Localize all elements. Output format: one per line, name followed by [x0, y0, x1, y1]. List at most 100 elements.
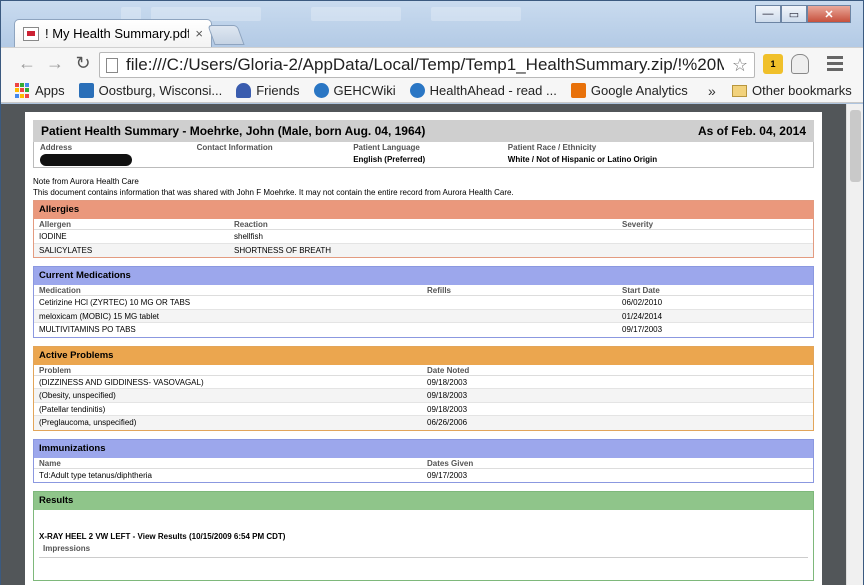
cell: 09/18/2003	[427, 377, 468, 387]
cell: Td:Adult type tetanus/diphtheria	[39, 470, 152, 480]
page-icon	[106, 57, 118, 73]
table-row: MULTIVITAMINS PO TABS 09/17/2003	[34, 323, 813, 337]
label-contact: Contact Information	[196, 143, 273, 152]
reload-button[interactable]: ↻	[69, 53, 97, 74]
address-bar[interactable]: file:///C:/Users/Gloria-2/AppData/Local/…	[99, 52, 755, 78]
cell: (Preglaucoma, unspecified)	[39, 418, 137, 427]
bookmark-friends[interactable]: Friends	[236, 83, 300, 98]
demographics: Address Contact Information Patient Lang…	[33, 142, 814, 168]
redacted-address	[40, 153, 197, 167]
cell: shellfish	[234, 232, 263, 241]
cell: 09/17/2003	[622, 325, 663, 334]
close-window-button[interactable]: ✕	[807, 5, 851, 23]
table-row: Cetirizine HCl (ZYRTEC) 10 MG OR TABS 06…	[34, 296, 813, 310]
bookmark-google-analytics[interactable]: Google Analytics	[570, 83, 688, 98]
immunizations-section: Immunizations Name Dates Given Td:Adult …	[33, 438, 814, 483]
browser-window: ! My Health Summary.pdf × — ▭ ✕ ← → ↻ fi…	[0, 0, 864, 585]
cell: (Obesity, unspecified)	[39, 391, 116, 400]
apps-grid-icon	[15, 83, 30, 98]
table-body: Cetirizine HCl (ZYRTEC) 10 MG OR TABS 06…	[34, 296, 813, 337]
bookmark-oostburg[interactable]: Oostburg, Wisconsi...	[78, 83, 223, 98]
menu-icon[interactable]	[827, 56, 843, 74]
url-text[interactable]: file:///C:/Users/Gloria-2/AppData/Local/…	[126, 55, 724, 75]
table-row: SALICYLATES SHORTNESS OF BREATH	[34, 243, 813, 258]
tab-title: ! My Health Summary.pdf	[45, 26, 190, 41]
column-header: Start Date	[622, 286, 660, 295]
bookmark-label: HealthAhead - read ...	[429, 83, 557, 98]
cell: Cetirizine HCl (ZYRTEC) 10 MG OR TABS	[39, 298, 191, 307]
bookmark-label: Apps	[35, 83, 65, 98]
allergies-section: Allergies Allergen Reaction Severity IOD…	[33, 200, 814, 258]
minimize-button[interactable]: —	[755, 5, 781, 23]
race-value: White / Not of Hispanic or Latino Origin	[507, 155, 658, 164]
forward-button[interactable]: →	[41, 53, 69, 74]
result-item-link[interactable]: X-RAY HEEL 2 VW LEFT - View Results (10/…	[34, 532, 813, 541]
cell: meloxicam (MOBIC) 15 MG tablet	[39, 311, 160, 321]
maximize-button[interactable]: ▭	[781, 5, 807, 23]
extension-ghost-icon[interactable]	[791, 54, 809, 74]
pdf-viewer[interactable]: Patient Health Summary - Moehrke, John (…	[1, 104, 863, 585]
vertical-scrollbar[interactable]	[846, 104, 863, 585]
cell	[427, 310, 622, 323]
column-header: Allergen	[39, 220, 72, 229]
section-title: Allergies	[34, 201, 813, 219]
document-header: Patient Health Summary - Moehrke, John (…	[33, 120, 814, 142]
bookmark-label: Google Analytics	[590, 83, 688, 98]
cell: (Patellar tendinitis)	[39, 404, 106, 414]
cell: SHORTNESS OF BREATH	[234, 245, 332, 255]
other-bookmarks-folder[interactable]: Other bookmarks	[732, 83, 852, 98]
column-header: Name	[39, 458, 61, 468]
demographics-values: English (Preferred) White / Not of Hispa…	[34, 153, 813, 167]
cell: IODINE	[39, 232, 67, 241]
extension-notes-icon[interactable]: 1	[763, 54, 783, 74]
tab-close-icon[interactable]: ×	[195, 26, 203, 41]
column-header: Severity	[622, 220, 654, 229]
cell: 09/18/2003	[427, 391, 468, 400]
note-title: Note from Aurora Health Care	[33, 177, 139, 186]
cell: (DIZZINESS AND GIDDINESS- VASOVAGAL)	[39, 377, 204, 387]
back-button[interactable]: ←	[13, 53, 41, 74]
bookmark-healthahead[interactable]: HealthAhead - read ...	[409, 83, 557, 98]
table-header: Name Dates Given	[34, 458, 813, 469]
bookmarks-bar: Apps Oostburg, Wisconsi... Friends GEHCW…	[1, 79, 863, 103]
table-header: Allergen Reaction Severity	[34, 219, 813, 230]
note-body: This document contains information that …	[33, 188, 514, 197]
cell: 09/18/2003	[427, 404, 468, 414]
column-header: Medication	[39, 286, 81, 295]
active-problems-section: Active Problems Problem Date Noted (DIZZ…	[33, 345, 814, 431]
table-row: (Patellar tendinitis) 09/18/2003	[34, 403, 813, 416]
bookmark-gehcwiki[interactable]: GEHCWiki	[313, 83, 396, 98]
scroll-thumb[interactable]	[850, 110, 861, 182]
bookmark-label: GEHCWiki	[333, 83, 396, 98]
cell	[427, 296, 622, 309]
table-row: (Preglaucoma, unspecified) 06/26/2006	[34, 416, 813, 430]
label-language: Patient Language	[353, 143, 420, 152]
column-header: Problem	[39, 365, 72, 375]
results-section: Results X-RAY HEEL 2 VW LEFT - View Resu…	[33, 491, 814, 581]
cell: MULTIVITAMINS PO TABS	[39, 325, 136, 334]
table-row: meloxicam (MOBIC) 15 MG tablet 01/24/201…	[34, 309, 813, 323]
cell: 06/02/2010	[622, 298, 663, 307]
window-controls: — ▭ ✕	[755, 5, 851, 23]
patient-title: Patient Health Summary - Moehrke, John (…	[41, 124, 426, 138]
language-value: English (Preferred)	[353, 155, 426, 164]
bookmark-apps[interactable]: Apps	[15, 83, 65, 98]
divider	[39, 557, 808, 558]
bookmarks-overflow-chevron[interactable]: »	[708, 83, 716, 99]
table-body: IODINE shellfish SALICYLATES SHORTNESS O…	[34, 230, 813, 257]
weather-icon	[78, 83, 94, 98]
label-address: Address	[40, 143, 73, 152]
bookmark-label: Oostburg, Wisconsi...	[98, 83, 223, 98]
tab-health-summary[interactable]: ! My Health Summary.pdf ×	[14, 19, 212, 47]
table-body: Td:Adult type tetanus/diphtheria 09/17/2…	[34, 469, 813, 483]
bookmark-label: Friends	[256, 83, 300, 98]
as-of-date: As of Feb. 04, 2014	[697, 124, 806, 138]
cell	[427, 323, 622, 337]
person-icon	[236, 83, 252, 98]
bookmark-star-icon[interactable]: ☆	[732, 55, 748, 76]
label-race: Patient Race / Ethnicity	[507, 143, 597, 152]
section-title: Current Medications	[34, 267, 813, 285]
demographics-labels: Address Contact Information Patient Lang…	[34, 142, 813, 153]
ge-logo-icon	[313, 83, 329, 98]
cell	[622, 244, 802, 258]
